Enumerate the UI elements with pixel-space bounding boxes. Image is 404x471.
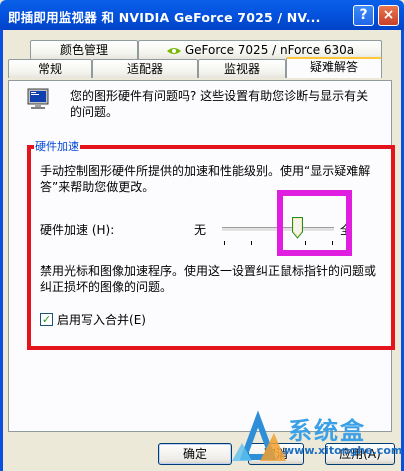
close-button[interactable]: ×	[378, 5, 399, 26]
write-combining-label: 启用写入合并(E)	[57, 313, 146, 327]
slider-tick	[251, 241, 252, 245]
monitor-icon	[27, 88, 49, 109]
write-combining-mnemonic: (E)	[129, 313, 146, 327]
accel-label-mnemonic: (H):	[91, 223, 115, 237]
title-bar: 即插即用监视器 和 NVIDIA GeForce 7025 / NV... ? …	[0, 0, 404, 30]
intro-text: 您的图形硬件有问题吗? 这些设置有助您诊断与显示有关的问题。	[70, 89, 369, 119]
tab-general[interactable]: 常规	[8, 59, 92, 78]
watermark-url: www.xitonghe.com	[284, 444, 403, 457]
tab-color-management[interactable]: 颜色管理	[30, 40, 138, 59]
ok-button[interactable]: 确定	[158, 443, 232, 465]
tab-troubleshoot[interactable]: 疑难解答	[286, 57, 382, 78]
accel-label: 硬件加速 (H):	[40, 221, 114, 238]
group-label-hardware-accel: 硬件加速	[34, 140, 80, 154]
close-icon: ×	[382, 7, 395, 23]
watermark-title: 系统盒	[288, 417, 366, 445]
nvidia-icon	[166, 47, 181, 54]
slider-min-label: 无	[194, 223, 207, 237]
tab-adapter[interactable]: 适配器	[92, 59, 198, 78]
tab-geforce-label: GeForce 7025 / nForce 630a	[184, 43, 355, 57]
accel-level-description: 禁用光标和图像加速程序。使用这一设置纠正鼠标指针的问题或纠正损坏的图像的问题。	[40, 264, 377, 294]
window-title: 即插即用监视器 和 NVIDIA GeForce 7025 / NV...	[8, 10, 321, 25]
accel-label-text: 硬件加速	[40, 223, 89, 237]
tab-monitor[interactable]: 监视器	[198, 59, 286, 78]
write-combining-text: 启用写入合并	[57, 313, 130, 327]
help-button[interactable]: ?	[353, 5, 374, 26]
highlight-annotation-magenta	[277, 190, 352, 256]
slider-tick	[224, 241, 225, 245]
help-icon: ?	[359, 7, 368, 23]
write-combining-checkbox[interactable]: ✓	[40, 313, 53, 326]
checkmark-icon: ✓	[41, 313, 52, 326]
